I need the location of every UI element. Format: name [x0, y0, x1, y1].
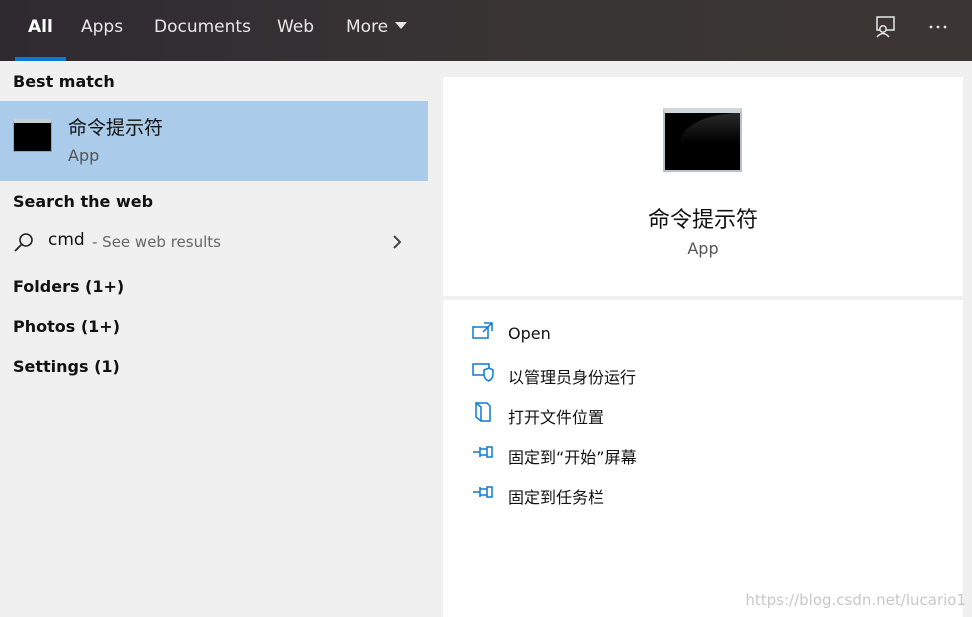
tab-documents[interactable]: Documents: [154, 0, 251, 61]
tab-all[interactable]: All: [15, 0, 66, 61]
actions-list: Open 以管理员身份运行 打开文件位置 固定到“开始”屏幕 固定到任务栏: [443, 300, 963, 617]
action-open-file-location[interactable]: 打开文件位置: [471, 398, 941, 430]
action-run-as-admin[interactable]: 以管理员身份运行: [471, 358, 941, 390]
best-match-item[interactable]: 命令提示符 App: [0, 101, 428, 181]
more-options-icon[interactable]: [926, 14, 952, 40]
cmd-app-large-icon: [663, 108, 742, 172]
feedback-icon[interactable]: [872, 14, 898, 40]
app-detail-card: 命令提示符 App: [443, 77, 963, 296]
action-pin-to-start[interactable]: 固定到“开始”屏幕: [471, 438, 941, 470]
group-settings[interactable]: Settings (1): [13, 357, 120, 376]
action-pin-to-taskbar[interactable]: 固定到任务栏: [471, 478, 941, 510]
web-result-item[interactable]: cmd - See web results: [0, 223, 428, 261]
action-open-file-location-label: 打开文件位置: [508, 408, 605, 427]
search-icon: [14, 233, 33, 252]
run-as-admin-icon: [472, 363, 494, 382]
cmd-app-icon: [13, 119, 52, 152]
action-run-as-admin-label: 以管理员身份运行: [508, 368, 637, 387]
pin-taskbar-icon: [473, 486, 493, 498]
detail-subtitle: App: [687, 239, 719, 258]
tab-apps[interactable]: Apps: [81, 0, 123, 61]
search-filter-bar: All Apps Documents Web More: [0, 0, 972, 61]
action-open[interactable]: Open: [471, 318, 941, 350]
file-location-icon: [475, 402, 491, 422]
watermark: https://blog.csdn.net/lucario1: [745, 591, 966, 609]
action-pin-to-start-label: 固定到“开始”屏幕: [508, 448, 637, 467]
group-photos[interactable]: Photos (1+): [13, 317, 120, 336]
tab-web[interactable]: Web: [277, 0, 314, 61]
search-web-heading: Search the web: [13, 192, 154, 211]
web-result-hint: - See web results: [92, 233, 221, 251]
detail-title: 命令提示符: [647, 208, 758, 233]
best-match-heading: Best match: [13, 72, 115, 91]
action-pin-to-taskbar-label: 固定到任务栏: [508, 488, 605, 507]
tab-more-label: More: [346, 17, 389, 37]
results-pane: Best match 命令提示符 App Search the web cmd …: [0, 61, 428, 617]
tab-more[interactable]: More: [346, 0, 408, 61]
best-match-title: 命令提示符: [68, 117, 164, 139]
open-icon: [472, 322, 493, 339]
chevron-down-icon: [395, 21, 408, 29]
chevron-right-icon: [393, 235, 402, 249]
group-folders[interactable]: Folders (1+): [13, 277, 124, 296]
best-match-subtitle: App: [68, 146, 100, 165]
action-open-label: Open: [508, 324, 551, 343]
pin-start-icon: [473, 446, 493, 458]
web-query: cmd: [48, 230, 85, 250]
